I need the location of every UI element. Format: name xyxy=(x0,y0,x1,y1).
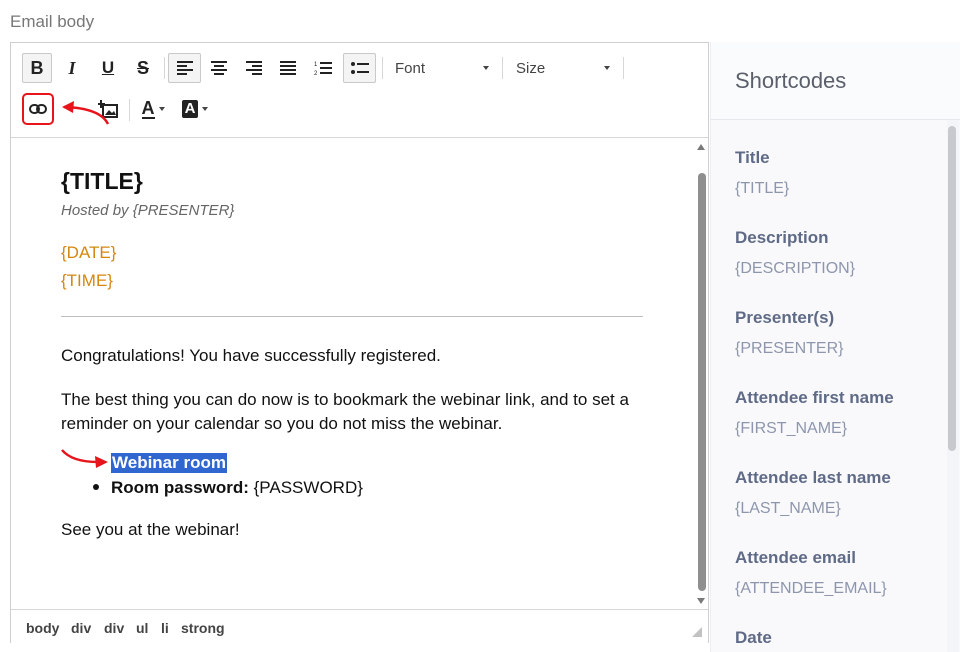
align-left-button[interactable] xyxy=(168,53,201,83)
toolbar-separator xyxy=(129,99,130,121)
shortcode-item[interactable]: Presenter(s) {PRESENTER} xyxy=(735,308,843,358)
shortcode-label: Presenter(s) xyxy=(735,308,835,327)
size-select-label: Size xyxy=(516,59,546,77)
path-item-strong[interactable]: strong xyxy=(181,620,225,636)
shortcodes-panel: Shortcodes Title {TITLE} Description {DE… xyxy=(710,42,960,652)
shortcode-code: {TITLE} xyxy=(735,180,790,197)
shortcode-code: {PRESENTER} xyxy=(735,340,844,357)
shortcode-label: Description xyxy=(735,228,829,247)
strikethrough-button[interactable]: S xyxy=(128,53,158,83)
scroll-up-arrow-icon[interactable] xyxy=(697,144,705,150)
align-center-icon xyxy=(211,61,227,75)
underline-label: U xyxy=(101,58,115,77)
paragraph-instructions: The best thing you can do now is to book… xyxy=(61,390,629,433)
hosted-by-text: Hosted by {PRESENTER} xyxy=(61,202,235,219)
editor-toolbar: B I U S 12 Font Size A A xyxy=(11,43,708,138)
bullet-icon xyxy=(93,483,99,490)
paragraph-congratulations: Congratulations! You have successfully r… xyxy=(61,346,441,365)
shortcode-item[interactable]: Description {DESCRIPTION} xyxy=(735,228,855,278)
element-path-bar: body div div ul li strong xyxy=(11,609,708,643)
align-right-icon xyxy=(246,61,262,75)
chevron-down-icon xyxy=(202,107,209,111)
chevron-down-icon xyxy=(483,66,489,70)
chevron-down-icon xyxy=(604,66,610,70)
shortcode-label: Title xyxy=(735,148,770,167)
size-select[interactable]: Size xyxy=(510,53,618,83)
justify-button[interactable] xyxy=(273,53,303,83)
webinar-room-link-text[interactable]: Webinar room xyxy=(111,453,227,473)
path-item-ul[interactable]: ul xyxy=(136,620,148,636)
rich-text-editor[interactable]: B I U S 12 Font Size A A {TITLE} Hosted … xyxy=(10,42,709,643)
italic-label: I xyxy=(68,57,76,78)
svg-text:1: 1 xyxy=(314,62,318,68)
shortcodes-scrollbar-thumb[interactable] xyxy=(948,126,956,451)
time-placeholder: {TIME} xyxy=(61,271,113,290)
font-select-label: Font xyxy=(395,59,426,77)
underline-button[interactable]: U xyxy=(93,53,123,83)
room-password-label: Room password: xyxy=(111,478,249,497)
toolbar-separator xyxy=(502,57,503,79)
section-label: Email body xyxy=(10,12,95,31)
chevron-down-icon xyxy=(158,107,165,111)
paragraph-closing: See you at the webinar! xyxy=(61,520,240,539)
editor-content[interactable]: {TITLE} Hosted by {PRESENTER} {DATE} {TI… xyxy=(11,138,695,608)
align-right-button[interactable] xyxy=(239,53,269,83)
resize-handle-icon[interactable] xyxy=(692,627,702,637)
shortcode-code: {ATTENDEE_EMAIL} xyxy=(735,580,887,597)
path-item-body[interactable]: body xyxy=(26,620,59,636)
shortcode-code: {FIRST_NAME} xyxy=(735,420,848,437)
align-center-button[interactable] xyxy=(204,53,234,83)
insert-image-icon xyxy=(98,100,118,118)
font-select[interactable]: Font xyxy=(389,53,497,83)
editor-scrollbar-thumb[interactable] xyxy=(698,173,706,591)
shortcode-item[interactable]: Attendee email {ATTENDEE_EMAIL} xyxy=(735,548,887,598)
bulleted-list-icon xyxy=(350,62,369,74)
numbered-list-icon: 12 xyxy=(314,62,332,76)
scroll-down-arrow-icon[interactable] xyxy=(697,598,705,604)
shortcodes-header: Shortcodes xyxy=(711,42,960,120)
toolbar-separator xyxy=(623,57,624,79)
strikethrough-label: S xyxy=(136,57,149,78)
path-item-li[interactable]: li xyxy=(161,620,169,636)
toolbar-separator xyxy=(382,57,383,79)
insert-image-button[interactable] xyxy=(93,95,123,123)
bold-label: B xyxy=(30,57,44,78)
bulleted-list-button[interactable] xyxy=(343,53,376,83)
text-color-button[interactable]: A xyxy=(136,95,170,123)
shortcode-label: Attendee first name xyxy=(735,388,894,407)
background-color-button[interactable]: A xyxy=(178,95,212,123)
numbered-list-button[interactable]: 12 xyxy=(308,53,338,83)
divider xyxy=(61,316,643,317)
document-title: {TITLE} xyxy=(61,168,143,194)
path-item-div[interactable]: div xyxy=(71,620,91,636)
shortcode-code: {DESCRIPTION} xyxy=(735,260,856,277)
shortcode-item[interactable]: Date xyxy=(735,628,772,652)
svg-text:2: 2 xyxy=(314,71,318,76)
shortcode-label: Attendee email xyxy=(735,548,856,567)
annotation-highlight-box xyxy=(22,93,54,125)
background-color-icon: A xyxy=(181,100,199,118)
shortcode-label: Attendee last name xyxy=(735,468,891,487)
shortcode-code: {LAST_NAME} xyxy=(735,500,841,517)
align-left-icon xyxy=(176,61,193,75)
toolbar-separator xyxy=(164,57,165,79)
shortcode-item[interactable]: Attendee first name {FIRST_NAME} xyxy=(735,388,894,438)
bold-button[interactable]: B xyxy=(22,53,52,83)
justify-icon xyxy=(280,61,296,75)
list-item: Room password: {PASSWORD} xyxy=(93,478,363,498)
room-password-value: {PASSWORD} xyxy=(248,478,363,497)
shortcode-label: Date xyxy=(735,628,772,647)
shortcodes-title: Shortcodes xyxy=(735,68,847,93)
date-placeholder: {DATE} xyxy=(61,243,117,262)
path-item-div[interactable]: div xyxy=(104,620,124,636)
italic-button[interactable]: I xyxy=(57,53,87,83)
shortcode-item[interactable]: Title {TITLE} xyxy=(735,148,789,198)
shortcodes-list: Title {TITLE} Description {DESCRIPTION} … xyxy=(711,120,946,652)
text-color-icon: A xyxy=(141,98,155,119)
shortcode-item[interactable]: Attendee last name {LAST_NAME} xyxy=(735,468,891,518)
